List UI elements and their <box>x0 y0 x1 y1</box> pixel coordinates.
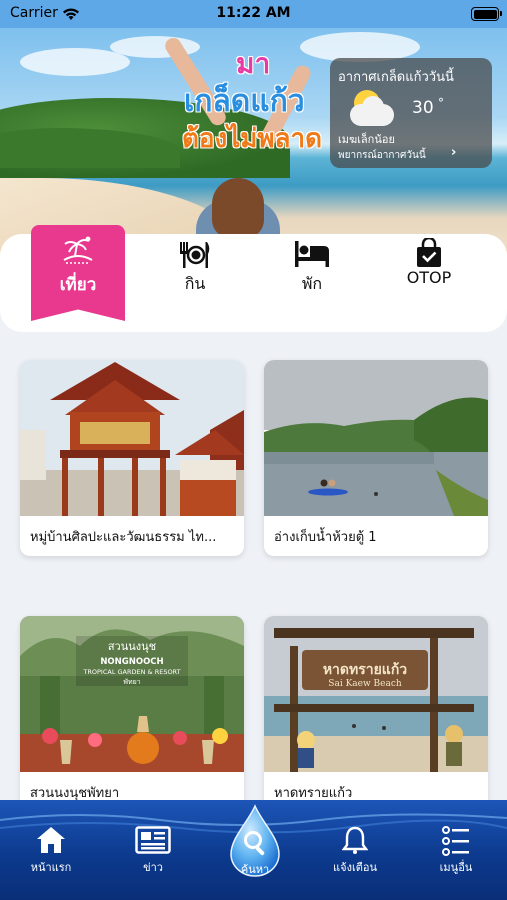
category-otop[interactable]: OTOP <box>384 234 474 330</box>
sign-english-beach: Sai Kaew Beach <box>328 679 402 689</box>
nav-label: เมนูอื่น <box>439 861 473 874</box>
forecast-link[interactable]: พยากรณ์อากาศวันนี้ <box>338 148 426 163</box>
dining-icon <box>178 240 212 274</box>
home-icon <box>36 826 66 858</box>
category-label: เที่ยว <box>59 275 97 295</box>
menu-list-icon <box>442 826 470 860</box>
status-bar: Carrier 11:22 AM <box>0 0 507 28</box>
battery-icon <box>471 7 502 21</box>
search-icon <box>243 830 269 860</box>
category-lodging[interactable]: พัก <box>267 234 357 330</box>
weather-widget[interactable]: อากาศเกล็ดแก้ววันนี้ 30 ° เมฆเล็กน้อย พย… <box>330 58 492 168</box>
sign-english-subtitle: TROPICAL GARDEN & RESORT <box>82 668 180 676</box>
place-card[interactable]: สวนนงนุช NONGNOOCH TROPICAL GARDEN & RES… <box>20 616 244 812</box>
place-name: อ่างเก็บน้ำห้วยตู้ 1 <box>274 530 377 545</box>
partly-cloudy-icon <box>350 90 396 128</box>
news-icon <box>135 826 171 858</box>
place-card[interactable]: หมู่บ้านศิลปะและวัฒนธรรม ไท... <box>20 360 244 556</box>
shopping-bag-icon <box>414 236 444 272</box>
category-dining[interactable]: กิน <box>150 234 240 330</box>
place-photo-reservoir <box>264 360 488 516</box>
place-card[interactable]: หาดทรายแก้ว Sai Kaew Beach หาดทรายแก้ว <box>264 616 488 812</box>
sign-thai-beach: หาดทรายแก้ว <box>323 662 407 678</box>
weather-title: อากาศเกล็ดแก้ววันนี้ <box>338 70 454 85</box>
degree-symbol: ° <box>438 96 444 110</box>
nav-news[interactable]: ข่าว <box>115 826 191 886</box>
place-photo-sai-kaew-beach: หาดทรายแก้ว Sai Kaew Beach <box>264 616 488 772</box>
chevron-right-icon[interactable]: › <box>451 145 456 160</box>
bed-icon <box>294 240 330 272</box>
category-label: พัก <box>301 274 323 293</box>
nav-search[interactable]: ค้นหา <box>226 804 284 878</box>
travel-icon <box>62 235 94 269</box>
sign-english-title: NONGNOOCH <box>100 657 163 667</box>
nav-label: แจ้งเตือน <box>333 861 377 874</box>
nav-more-menu[interactable]: เมนูอื่น <box>418 826 494 886</box>
nav-notifications[interactable]: แจ้งเตือน <box>317 826 393 886</box>
nav-label: ข่าว <box>143 861 163 874</box>
place-name: หมู่บ้านศิลปะและวัฒนธรรม ไท... <box>30 530 217 545</box>
hero-title-line3: ต้องไม่พลาด <box>182 124 322 154</box>
category-label: กิน <box>184 274 206 293</box>
place-card[interactable]: อ่างเก็บน้ำห้วยตู้ 1 <box>264 360 488 556</box>
weather-temperature: 30 <box>412 98 434 118</box>
bell-icon <box>341 826 369 858</box>
status-time: 11:22 AM <box>216 5 291 21</box>
category-label: OTOP <box>406 268 452 287</box>
nav-home[interactable]: หน้าแรก <box>13 826 89 886</box>
place-photo-nongnooch: สวนนงนุช NONGNOOCH TROPICAL GARDEN & RES… <box>20 616 244 772</box>
nav-label: ค้นหา <box>240 863 270 876</box>
category-travel[interactable]: เที่ยว <box>31 225 125 321</box>
sign-thai-title: สวนนงนุช <box>108 640 156 653</box>
place-photo-cultural-village <box>20 360 244 516</box>
weather-condition: เมฆเล็กน้อย <box>338 133 395 146</box>
nav-label: หน้าแรก <box>30 861 72 874</box>
sign-city: พัทยา <box>123 678 140 686</box>
